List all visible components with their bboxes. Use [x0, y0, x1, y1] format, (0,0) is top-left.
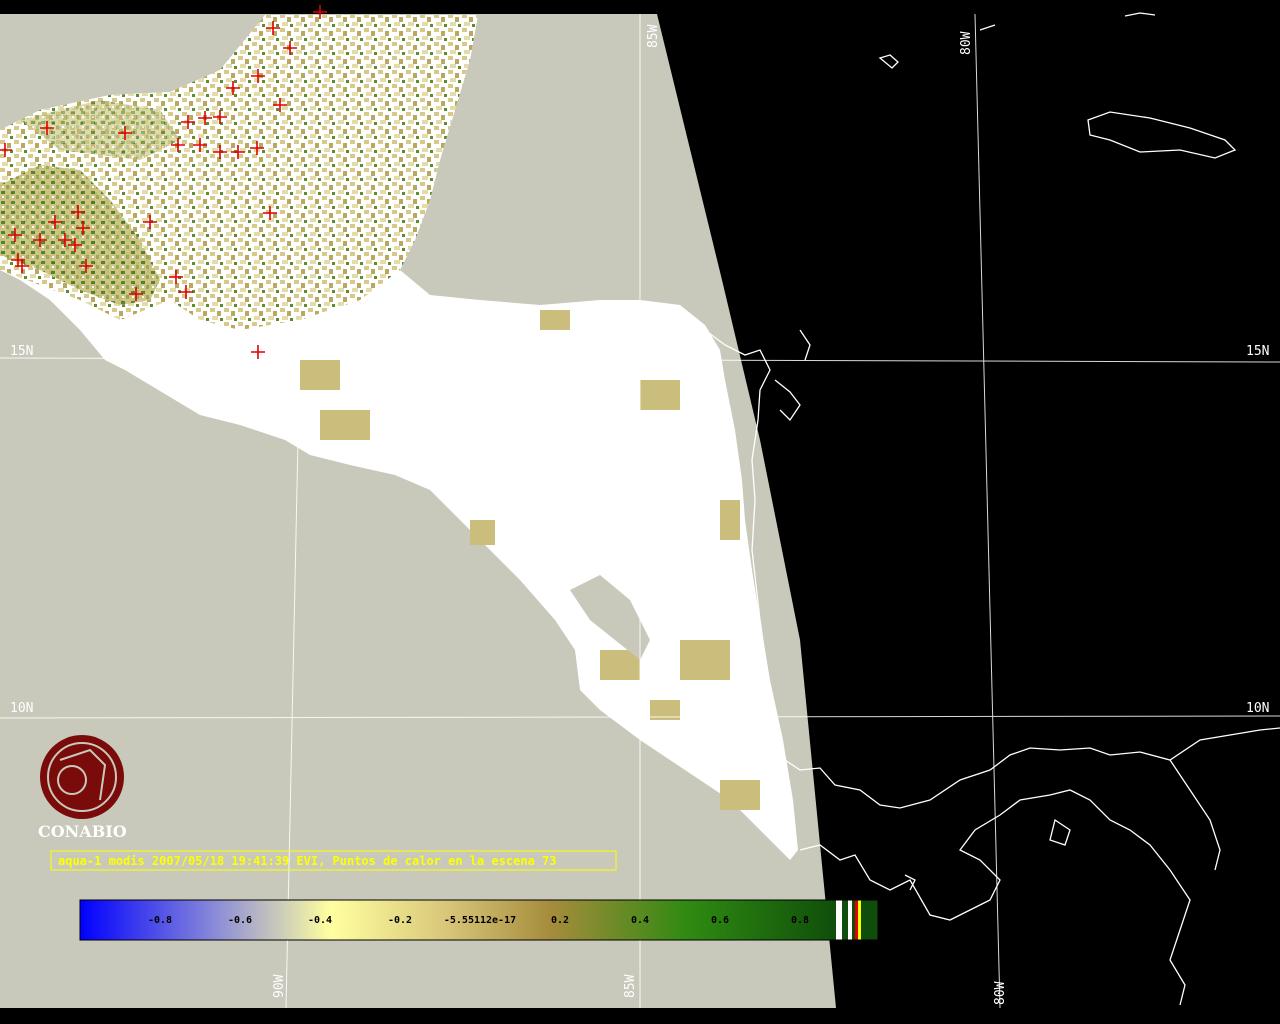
- colorbar-tick-label: -0.8: [148, 915, 172, 926]
- scene-caption: aqua-1 modis 2007/05/18 19:41:39 EVI, Pu…: [58, 854, 557, 868]
- colorbar-tick-label: 0.8: [791, 915, 809, 926]
- colorbar-tick-label: -0.4: [308, 915, 332, 926]
- lon-label-85w-top: 85W: [646, 24, 661, 48]
- colorbar-tick-label: -0.6: [228, 915, 252, 926]
- colorbar-tick-label: 0.6: [711, 915, 729, 926]
- lat-label-10n-left: 10N: [10, 701, 33, 716]
- lon-label-85w-bottom: 85W: [623, 974, 638, 998]
- lon-label-80w-bottom: 80W: [993, 981, 1008, 1005]
- colorbar-tick-label: 0.2: [551, 915, 569, 926]
- lon-label-90w-bottom: 90W: [272, 974, 287, 998]
- satellite-map: 15N 15N 10N 10N 85W 80W 90W 85W 80W CONA…: [0, 0, 1280, 1024]
- colorbar-tick-label: 0.4: [631, 915, 649, 926]
- lat-label-15n-left: 15N: [10, 344, 33, 359]
- colorbar-cloud-swatch: [836, 900, 842, 940]
- colorbar: -0.8 -0.6 -0.4 -0.2 -5.55112e-17 0.2 0.4 0.6 0.8: [79, 899, 879, 941]
- lat-label-15n-right: 15N: [1246, 344, 1269, 359]
- conabio-logo-text: CONABIO: [38, 822, 127, 841]
- colorbar-fire-swatch: [855, 900, 858, 940]
- conabio-logo-icon: [40, 735, 124, 819]
- colorbar-tick-label: -5.55112e-17: [444, 915, 516, 926]
- lat-label-10n-right: 10N: [1246, 701, 1269, 716]
- colorbar-tick-label: -0.2: [388, 915, 412, 926]
- lon-label-80w-top: 80W: [959, 31, 974, 55]
